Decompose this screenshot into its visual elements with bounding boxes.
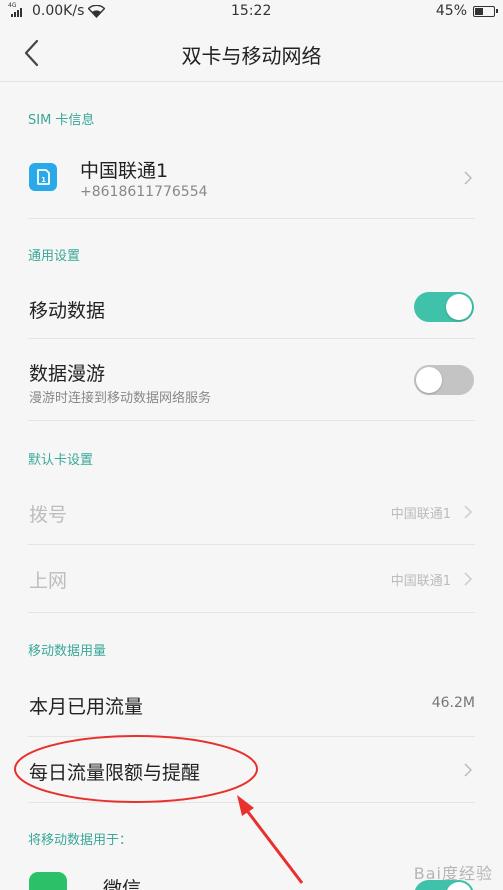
roaming-toggle[interactable]	[414, 365, 474, 395]
network-speed: 0.00K/s	[32, 3, 85, 19]
annotation-arrow-line	[243, 807, 304, 884]
mobile-data-label: 移动数据	[29, 300, 106, 322]
month-usage-value: 46.2M	[431, 695, 475, 711]
internet-row[interactable]: 上网 中国联通1	[0, 546, 503, 612]
roaming-description: 漫游时连接到移动数据网络服务	[29, 391, 212, 406]
month-usage-row[interactable]: 本月已用流量 46.2M	[0, 670, 503, 736]
divider	[28, 802, 475, 803]
mobile-data-toggle[interactable]	[414, 292, 474, 322]
divider	[28, 338, 475, 339]
sim-phone-number: +8618611776554	[80, 184, 208, 200]
section-label-apps: 将移动数据用于：	[28, 833, 133, 848]
svg-text:1: 1	[41, 176, 46, 184]
month-usage-label: 本月已用流量	[29, 696, 144, 718]
sim-card-icon: 1	[29, 163, 57, 191]
section-label-default: 默认卡设置	[28, 453, 94, 468]
internet-label: 上网	[29, 570, 68, 592]
clock: 15:22	[231, 3, 272, 19]
cell-signal-icon: 4G	[8, 2, 28, 18]
battery-icon	[473, 5, 498, 17]
chevron-right-icon	[464, 505, 473, 519]
watermark-logo: Bai度经验	[413, 864, 493, 883]
divider	[28, 218, 475, 219]
dial-label: 拨号	[29, 504, 68, 526]
mobile-data-row[interactable]: 移动数据	[0, 278, 503, 338]
roaming-label: 数据漫游	[29, 363, 106, 385]
dial-value: 中国联通1	[390, 507, 451, 522]
wechat-app-icon	[29, 872, 67, 890]
daily-limit-label: 每日流量限额与提醒	[29, 762, 201, 784]
section-label-general: 通用设置	[28, 249, 81, 264]
daily-limit-row[interactable]: 每日流量限额与提醒	[0, 738, 503, 802]
divider	[28, 736, 475, 737]
divider	[28, 420, 475, 421]
divider	[28, 612, 475, 613]
page-title: 双卡与移动网络	[181, 44, 322, 68]
battery-percent: 45%	[435, 3, 467, 19]
section-label-usage: 移动数据用量	[28, 644, 107, 659]
divider	[28, 544, 475, 545]
dial-row[interactable]: 拨号 中国联通1	[0, 478, 503, 544]
internet-value: 中国联通1	[390, 574, 451, 589]
sim-carrier-name: 中国联通1	[80, 160, 169, 182]
status-bar: 4G 0.00K/s 15:22 45%	[0, 0, 503, 24]
chevron-right-icon	[464, 171, 473, 185]
sim-card-row[interactable]: 1 中国联通1 +8618611776554	[0, 140, 503, 218]
section-label-sim: SIM 卡信息	[28, 113, 95, 128]
wifi-icon	[88, 4, 106, 18]
app-name: 微信	[103, 878, 142, 890]
roaming-row[interactable]: 数据漫游 漫游时连接到移动数据网络服务	[0, 340, 503, 420]
app-header: 双卡与移动网络	[0, 24, 503, 82]
chevron-right-icon	[464, 572, 473, 586]
chevron-right-icon	[464, 763, 473, 777]
